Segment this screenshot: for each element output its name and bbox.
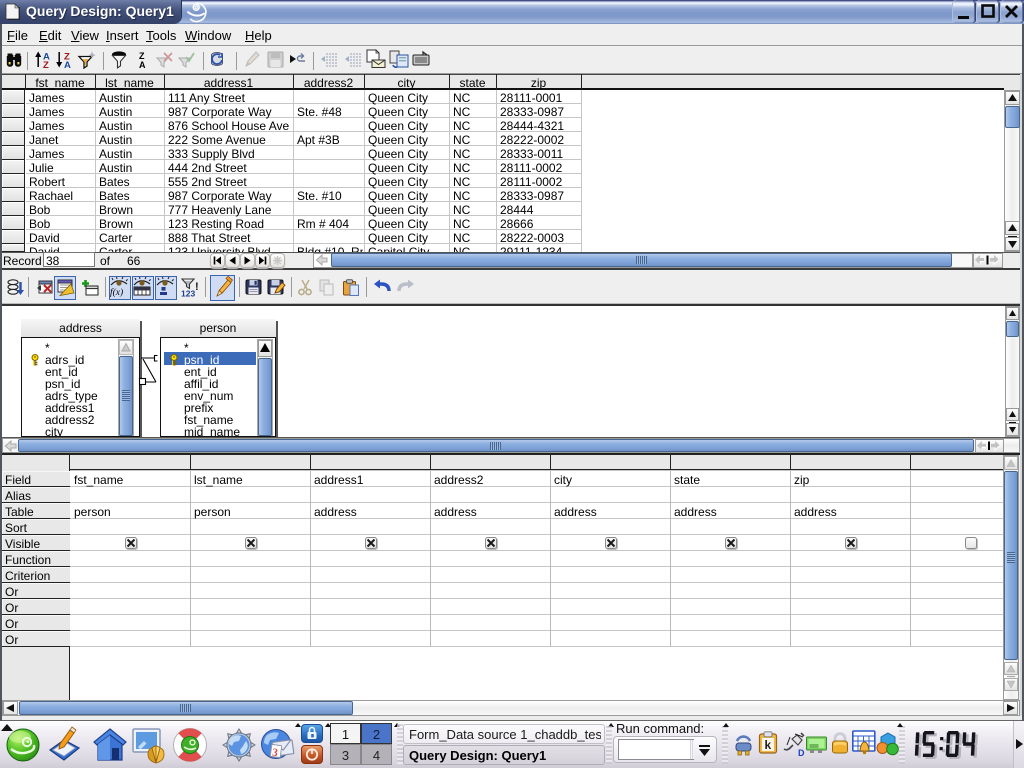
svg-text:f(x): f(x) [110,287,123,298]
svg-text:A: A [139,60,146,70]
svg-text:123: 123 [181,289,195,299]
svg-text:D: D [798,748,805,758]
svg-text:k: k [765,738,772,752]
svg-text:Z: Z [43,60,49,71]
svg-text:!: ! [195,281,199,293]
svg-text:A: A [64,60,71,71]
